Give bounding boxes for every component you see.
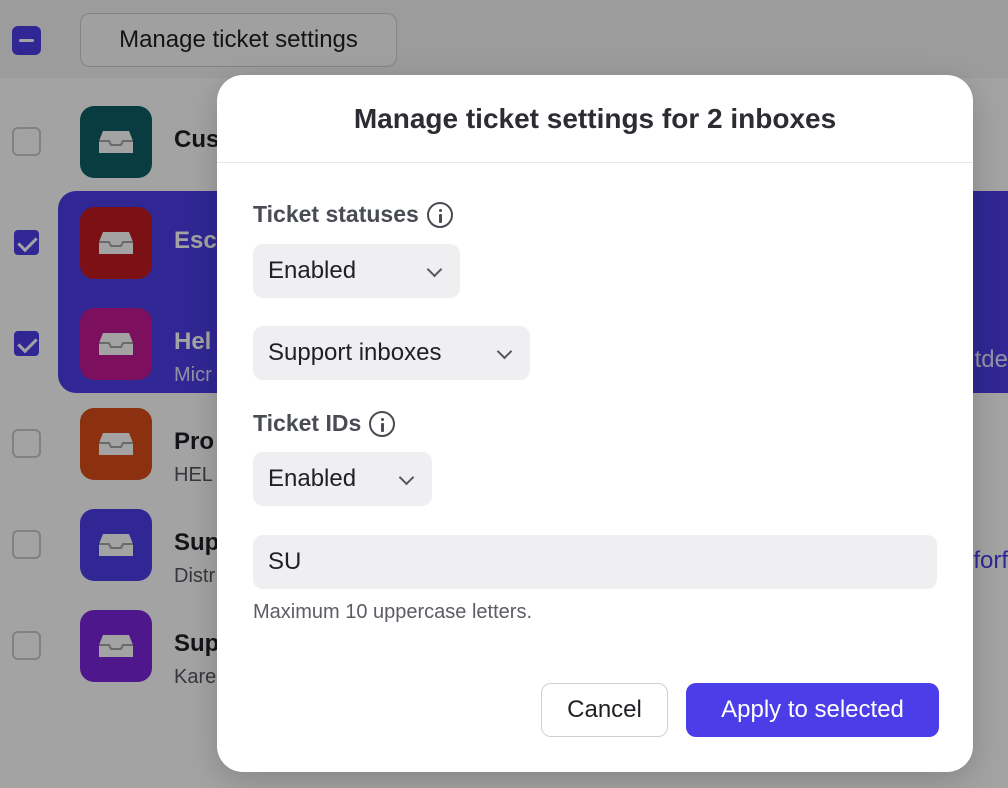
ticket-statuses-value: Enabled (268, 257, 357, 284)
manage-ticket-settings-dialog: Manage ticket settings for 2 inboxes Tic… (217, 75, 973, 772)
ticket-ids-label: Ticket IDs (253, 410, 396, 437)
dialog-header: Manage ticket settings for 2 inboxes (217, 75, 973, 163)
inbox-scope-select[interactable]: Support inboxes (253, 326, 530, 380)
chevron-down-icon (426, 261, 443, 278)
ticket-ids-label-text: Ticket IDs (253, 410, 362, 436)
chevron-down-icon (398, 469, 415, 486)
chevron-down-icon (496, 343, 513, 360)
ticket-ids-select[interactable]: Enabled (253, 452, 432, 506)
inbox-scope-value: Support inboxes (268, 339, 442, 366)
cancel-button[interactable]: Cancel (541, 683, 668, 737)
info-icon[interactable] (426, 201, 453, 228)
ticket-id-prefix-hint: Maximum 10 uppercase letters. (253, 601, 533, 623)
ticket-statuses-label: Ticket statuses (253, 201, 453, 228)
dialog-title: Manage ticket settings for 2 inboxes (353, 102, 837, 134)
ticket-statuses-label-text: Ticket statuses (253, 201, 419, 227)
ticket-ids-value: Enabled (268, 465, 357, 492)
ticket-id-prefix-input[interactable] (253, 535, 937, 589)
ticket-statuses-select[interactable]: Enabled (253, 244, 460, 298)
info-icon[interactable] (369, 410, 396, 437)
apply-to-selected-button[interactable]: Apply to selected (686, 683, 939, 737)
